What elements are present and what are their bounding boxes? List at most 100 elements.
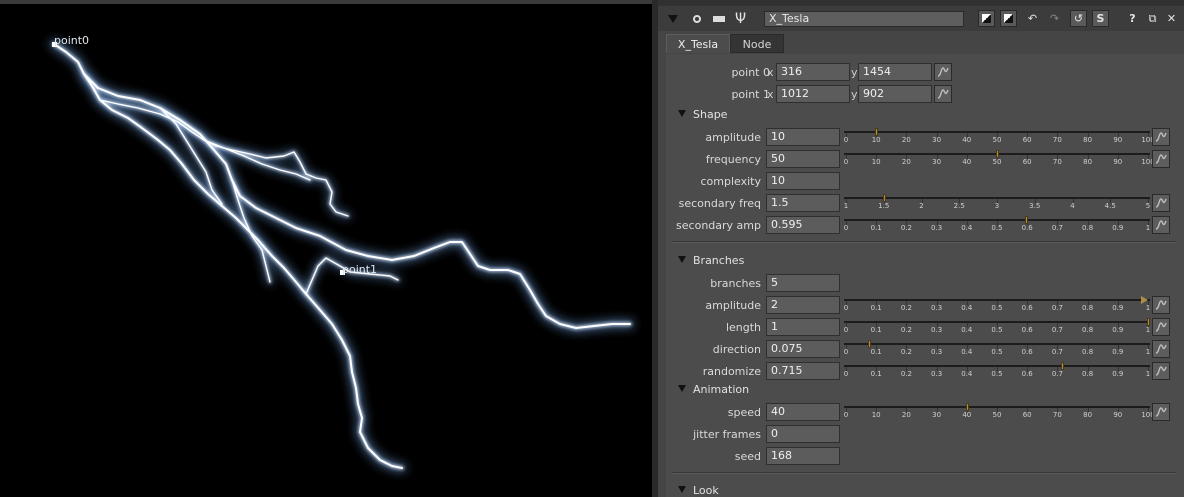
- slider-handle[interactable]: [867, 340, 871, 348]
- secondary-freq-slider[interactable]: 1 1.5 2 2.5 3 3.5 4 4.5 5: [844, 194, 1150, 212]
- undo-icon[interactable]: ↶: [1024, 10, 1041, 27]
- frequency-field[interactable]: 50: [766, 150, 840, 168]
- slider-tick-label: 0.6: [1021, 224, 1033, 232]
- branches-field[interactable]: 5: [766, 274, 840, 292]
- slider-handle[interactable]: [1141, 296, 1148, 304]
- speed-slider[interactable]: 0 10 20 30 40 50 60 70 80 90 100: [843, 403, 1155, 421]
- secondary-amp-field[interactable]: 0.595: [766, 216, 840, 234]
- randomize-slider[interactable]: 0 0.1 0.2 0.3 0.4 0.5 0.6 0.7 0.8 0.9 1: [844, 362, 1150, 380]
- point0-x-field[interactable]: 316: [776, 63, 850, 81]
- branch-amplitude-field[interactable]: 2: [766, 296, 840, 314]
- slider-tick-label: 30: [932, 136, 942, 144]
- slider-tick-label: 0.5: [991, 348, 1003, 356]
- slider-tick-label: 0.2: [900, 304, 912, 312]
- secondary-freq-field[interactable]: 1.5: [766, 194, 840, 212]
- direction-anim-curve-button[interactable]: [1152, 340, 1170, 358]
- point1-y-field[interactable]: 902: [858, 85, 932, 103]
- slider-tick-label: 0.9: [1112, 304, 1124, 312]
- amplitude-slider[interactable]: 0 10 20 30 40 50 60 70 80 90 100: [844, 128, 1155, 146]
- slider-tick-label: 0.8: [1082, 224, 1094, 232]
- collapse-triangle-icon: [678, 486, 686, 493]
- length-field[interactable]: 1: [766, 318, 840, 336]
- randomize-field[interactable]: 0.715: [766, 362, 840, 380]
- slider-tick-label: 0: [843, 411, 849, 419]
- point1-x-field[interactable]: 1012: [776, 85, 850, 103]
- float-icon[interactable]: ⧉: [1144, 10, 1161, 27]
- frequency-slider[interactable]: 0 10 20 30 40 50 60 70 80 90 100: [844, 150, 1155, 168]
- node-name-field[interactable]: X_Tesla: [764, 11, 964, 27]
- secondary-freq-anim-curve-button[interactable]: [1152, 194, 1170, 212]
- slider-tick-label: 0.7: [1051, 370, 1063, 378]
- complexity-field[interactable]: 10: [766, 172, 840, 190]
- frequency-anim-curve-button[interactable]: [1152, 150, 1170, 168]
- viewer-canvas[interactable]: point0 point1: [0, 4, 652, 497]
- slider-handle[interactable]: [1060, 362, 1064, 370]
- slider-handle[interactable]: [996, 150, 999, 158]
- close-icon[interactable]: ✕: [1163, 10, 1180, 27]
- slider-tick-label: 40: [962, 136, 972, 144]
- branch-amplitude-slider[interactable]: 0 0.1 0.2 0.3 0.4 0.5 0.6 0.7 0.8 0.9 1: [844, 296, 1150, 314]
- randomize-anim-curve-button[interactable]: [1152, 362, 1170, 380]
- slider-tick-label: 2: [919, 202, 924, 210]
- view-node-icon[interactable]: [688, 10, 705, 27]
- slider-tick-label: 0.5: [991, 370, 1003, 378]
- amplitude-anim-curve-button[interactable]: [1152, 128, 1170, 146]
- section-look[interactable]: Look: [678, 484, 719, 497]
- collapse-arrow-icon[interactable]: [664, 10, 681, 27]
- color-swatch-2-icon[interactable]: [1000, 10, 1017, 27]
- seed-field[interactable]: 168: [766, 447, 840, 465]
- revert-icon[interactable]: ↺: [1070, 10, 1087, 27]
- slider-tick-label: 1: [1145, 224, 1151, 232]
- amplitude-field[interactable]: 10: [766, 128, 840, 146]
- point0-anim-curve-button[interactable]: [934, 63, 952, 81]
- slider-handle[interactable]: [875, 128, 879, 136]
- branch-amplitude-anim-curve-button[interactable]: [1152, 296, 1170, 314]
- point0-label: point0: [54, 34, 90, 47]
- point0-y-field[interactable]: 1454: [858, 63, 932, 81]
- slider-handle[interactable]: [1024, 216, 1028, 224]
- secondary-amp-anim-curve-button[interactable]: [1152, 216, 1170, 234]
- lightning-branch: [52, 42, 404, 470]
- direction-field[interactable]: 0.075: [766, 340, 840, 358]
- tab-node[interactable]: Node: [730, 34, 784, 53]
- complexity-label: complexity: [700, 175, 762, 188]
- speed-anim-curve-button[interactable]: [1152, 403, 1170, 421]
- panel-titlebar: Ψ X_Tesla ↶ ↷ ↺ S ? ⧉ ✕: [658, 6, 1184, 31]
- help-icon[interactable]: ?: [1124, 10, 1141, 27]
- slider-tick-label: 0: [843, 224, 849, 232]
- point1-label: point 1: [731, 88, 770, 101]
- slider-handle[interactable]: [1147, 318, 1150, 326]
- slider-handle[interactable]: [965, 403, 969, 411]
- input-node-icon[interactable]: [710, 10, 727, 27]
- slider-handle[interactable]: [882, 194, 886, 202]
- length-anim-curve-button[interactable]: [1152, 318, 1170, 336]
- slider-tick-label: 50: [992, 136, 1002, 144]
- length-slider[interactable]: 0 0.1 0.2 0.3 0.4 0.5 0.6 0.7 0.8 0.9 1: [844, 318, 1150, 336]
- section-shape[interactable]: Shape: [678, 108, 727, 122]
- point1-anim-curve-button[interactable]: [934, 85, 952, 103]
- color-swatch-1-icon[interactable]: [978, 10, 995, 27]
- s-button[interactable]: S: [1092, 10, 1109, 27]
- jitter-frames-field[interactable]: 0: [766, 425, 840, 443]
- slider-tick-label: 0.3: [931, 348, 943, 356]
- section-animation[interactable]: Animation: [678, 383, 749, 397]
- tab-x-tesla[interactable]: X_Tesla: [666, 34, 730, 53]
- slider-tick-label: 60: [1022, 158, 1032, 166]
- wrench-icon[interactable]: Ψ: [732, 10, 749, 27]
- slider-tick-label: 20: [901, 136, 911, 144]
- frequency-label: frequency: [705, 153, 761, 166]
- slider-tick-label: 90: [1113, 411, 1123, 419]
- slider-tick-label: 60: [1022, 411, 1032, 419]
- section-branches[interactable]: Branches: [678, 254, 744, 268]
- slider-tick-label: 4: [1070, 202, 1075, 210]
- slider-tick-label: 0: [843, 348, 849, 356]
- slider-tick-label: 80: [1083, 158, 1093, 166]
- separator: [672, 241, 1176, 243]
- slider-tick-label: 30: [932, 411, 942, 419]
- slider-tick-label: 20: [901, 158, 911, 166]
- secondary-amp-slider[interactable]: 0 0.1 0.2 0.3 0.4 0.5 0.6 0.7 0.8 0.9 1: [844, 216, 1150, 234]
- speed-field[interactable]: 40: [766, 403, 840, 421]
- slider-tick-label: 0.4: [961, 326, 973, 334]
- direction-slider[interactable]: 0 0.1 0.2 0.3 0.4 0.5 0.6 0.7 0.8 0.9 1: [844, 340, 1150, 358]
- redo-icon[interactable]: ↷: [1046, 10, 1063, 27]
